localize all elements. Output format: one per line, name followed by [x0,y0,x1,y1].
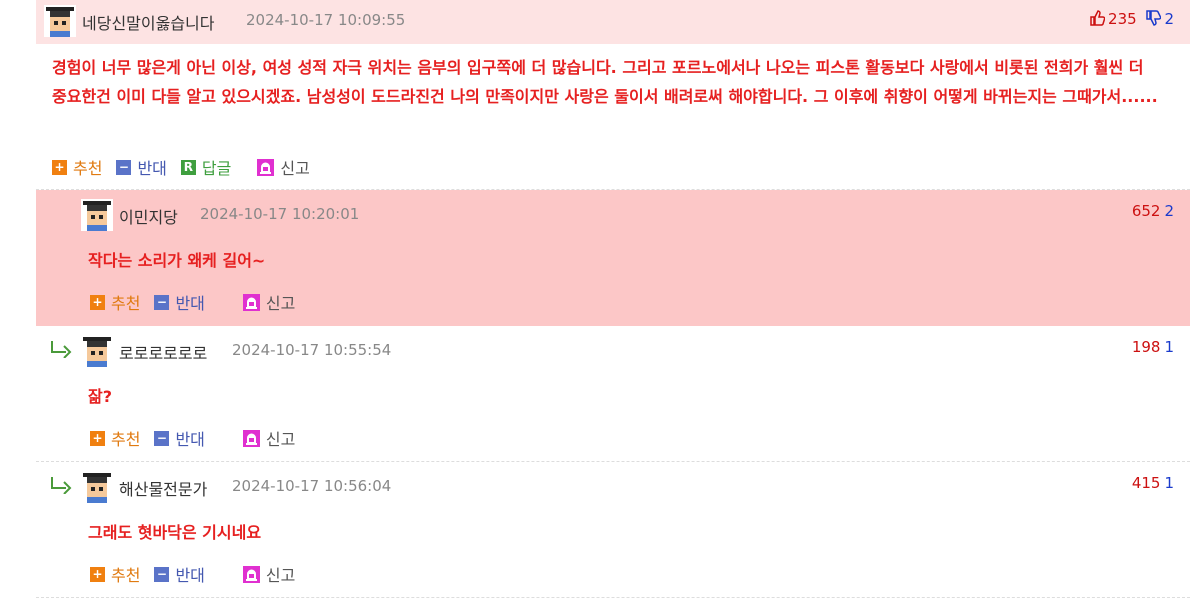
thumbs-down-icon [1146,10,1162,26]
comment-2: 이민지당 2024-10-17 10:20:01 652 2 작다는 소리가 왜케… [36,190,1190,326]
minus-icon: − [154,566,170,582]
down-count: 1 [1164,338,1174,356]
recommend-button[interactable]: + 추천 [52,155,102,179]
recommend-button[interactable]: + 추천 [90,290,140,314]
vote-counts: 652 2 [1132,202,1174,220]
comment-text: 그래도 혓바닥은 기시네요 [88,523,262,542]
comment-author[interactable]: 로로로로로로 [119,340,207,364]
reply-arrow-icon [51,477,72,494]
oppose-button[interactable]: − 반대 [154,290,205,314]
siren-icon [257,158,275,176]
minus-icon: − [154,430,170,446]
comment-date: 2024-10-17 10:20:01 [200,205,360,223]
plus-icon: + [52,159,67,175]
plus-icon: + [90,430,105,446]
comment-actions: + 추천 − 반대 신고 [90,426,309,450]
report-button[interactable]: 신고 [257,155,310,179]
comment-date: 2024-10-17 10:55:54 [232,341,392,359]
graduate-avatar-icon[interactable] [81,335,113,367]
reply-icon: R [180,159,196,175]
comment-3: 로로로로로로 2024-10-17 10:55:54 198 1 잚? + 추천 −… [36,326,1190,462]
report-button[interactable]: 신고 [242,426,295,450]
thumbs-up-icon [1090,10,1106,26]
graduate-avatar-icon[interactable] [81,471,113,503]
comment-date: 2024-10-17 10:56:04 [232,477,392,495]
comment-actions: + 추천 − 반대 신고 [90,290,309,314]
up-count: 415 [1131,474,1161,492]
siren-icon [242,565,260,583]
graduate-avatar-icon[interactable] [44,5,76,37]
minus-icon: − [154,294,170,310]
comment-actions: + 추천 − 반대 R 답글 신고 [52,155,324,179]
comment-4: 해산물전문가 2024-10-17 10:56:04 415 1 그래도 혓바닥은… [36,462,1190,598]
comment-author[interactable]: 이민지당 [119,204,178,228]
comment-actions: + 추천 − 반대 신고 [90,562,309,586]
comment-header: 네당신말이옳습니다 2024-10-17 10:09:55 235 2 [36,0,1190,44]
recommend-button[interactable]: + 추천 [90,426,140,450]
plus-icon: + [90,294,105,310]
siren-icon [242,429,260,447]
oppose-button[interactable]: − 반대 [154,562,205,586]
comment-text: 잚? [88,387,113,406]
report-button[interactable]: 신고 [242,562,295,586]
comment-1: 네당신말이옳습니다 2024-10-17 10:09:55 235 2 경험이 … [36,0,1190,190]
reply-button[interactable]: R 답글 [180,155,231,179]
report-button[interactable]: 신고 [242,290,295,314]
down-count: 2 [1164,10,1174,28]
graduate-avatar-icon[interactable] [81,199,113,231]
reply-arrow-icon [51,341,72,358]
vote-counts: 415 1 [1132,474,1174,492]
down-count: 2 [1164,202,1174,220]
vote-counts: 198 1 [1132,338,1174,356]
oppose-button[interactable]: − 반대 [154,426,205,450]
plus-icon: + [90,566,105,582]
comment-author[interactable]: 해산물전문가 [119,476,207,500]
siren-icon [242,293,260,311]
vote-counts: 235 2 [1089,10,1174,28]
up-count: 235 [1108,10,1137,28]
recommend-button[interactable]: + 추천 [90,562,140,586]
comment-date: 2024-10-17 10:09:55 [246,11,406,29]
up-count: 198 [1131,338,1161,356]
comment-text: 작다는 소리가 왜케 길어~ [88,251,266,270]
down-count: 1 [1164,474,1174,492]
comment-text: 경험이 너무 많은게 아닌 이상, 여성 성적 자극 위치는 음부의 입구쪽에 … [52,58,1158,106]
up-count: 652 [1131,202,1161,220]
comment-author[interactable]: 네당신말이옳습니다 [82,10,214,34]
minus-icon: − [116,159,132,175]
oppose-button[interactable]: − 반대 [116,155,167,179]
